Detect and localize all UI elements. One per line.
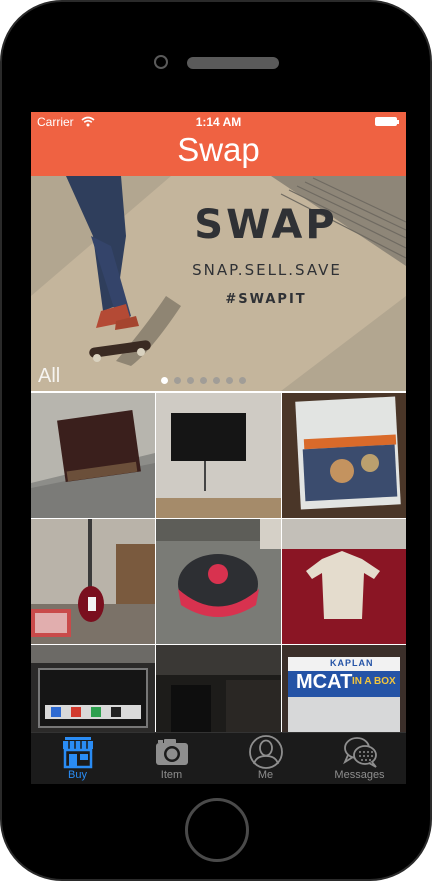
status-bar: Carrier 1:14 AM — [31, 112, 406, 132]
front-camera — [154, 55, 168, 69]
wall-tv-photo — [156, 393, 281, 518]
status-time: 1:14 AM — [195, 115, 242, 129]
page-indicator[interactable] — [161, 377, 246, 385]
guitar-photo — [31, 519, 155, 644]
leather-portfolio-photo — [31, 393, 155, 518]
room-photo — [156, 645, 281, 733]
store-icon — [63, 737, 93, 769]
tab-buy[interactable]: Buy — [31, 733, 124, 784]
page-title: Swap — [177, 131, 260, 168]
mcat-subtitle-label: IN A BOX — [352, 676, 396, 687]
phone-frame: Carrier 1:14 AM Swap SWAP SNAP.SELL.SAVE… — [0, 0, 432, 881]
grid-item-wall-tv[interactable] — [156, 393, 281, 518]
app-screen: Carrier 1:14 AM Swap SWAP SNAP.SELL.SAVE… — [31, 112, 406, 784]
bulls-cap-photo — [156, 519, 281, 644]
grid-item-shirt[interactable] — [282, 519, 406, 644]
grid-item-guitar[interactable] — [31, 519, 155, 644]
poker-chips-photo — [31, 645, 155, 733]
category-label[interactable]: All — [38, 365, 60, 388]
page-dot[interactable] — [187, 377, 194, 384]
shirt-photo — [282, 519, 406, 644]
home-button[interactable] — [185, 798, 249, 862]
tab-item-label: Item — [160, 769, 183, 781]
banner-title: SWAP — [194, 202, 338, 248]
page-dot[interactable] — [200, 377, 207, 384]
product-grid: KAPLAN MCAT IN A BOX — [31, 393, 406, 733]
chat-bubbles-icon — [343, 737, 377, 768]
promo-banner[interactable]: SWAP SNAP.SELL.SAVE #SWAPIT All — [31, 176, 406, 391]
banner-hashtag: #SWAPIT — [225, 292, 307, 307]
mcat-title-label: MCAT — [296, 671, 353, 693]
page-dot[interactable] — [213, 377, 220, 384]
grid-item-leather-portfolio[interactable] — [31, 393, 155, 518]
tab-messages-label: Messages — [334, 769, 385, 781]
banner-tagline: SNAP.SELL.SAVE — [192, 261, 342, 279]
grid-item-poker-chips[interactable] — [31, 645, 155, 733]
battery-icon — [375, 117, 399, 126]
mcat-brand-label: KAPLAN — [330, 658, 374, 668]
tab-item[interactable]: Item — [125, 733, 218, 784]
notebook-photo — [282, 393, 406, 518]
page-dot[interactable] — [226, 377, 233, 384]
page-dot[interactable] — [174, 377, 181, 384]
person-icon — [249, 735, 283, 769]
tab-messages[interactable]: Messages — [313, 733, 406, 784]
nav-header: Carrier 1:14 AM Swap — [31, 112, 406, 176]
tab-buy-label: Buy — [68, 769, 87, 781]
page-dot[interactable] — [239, 377, 246, 384]
grid-item-mcat-box[interactable]: KAPLAN MCAT IN A BOX — [282, 645, 406, 733]
camera-icon — [156, 739, 188, 765]
tab-bar: Buy Item Me Messages — [31, 732, 406, 784]
grid-item-room[interactable] — [156, 645, 281, 733]
grid-item-bulls-cap[interactable] — [156, 519, 281, 644]
page-dot[interactable] — [161, 377, 168, 384]
grid-item-notebook[interactable] — [282, 393, 406, 518]
tab-me[interactable]: Me — [219, 733, 312, 784]
tab-me-label: Me — [257, 769, 274, 781]
earpiece-speaker — [187, 57, 279, 69]
